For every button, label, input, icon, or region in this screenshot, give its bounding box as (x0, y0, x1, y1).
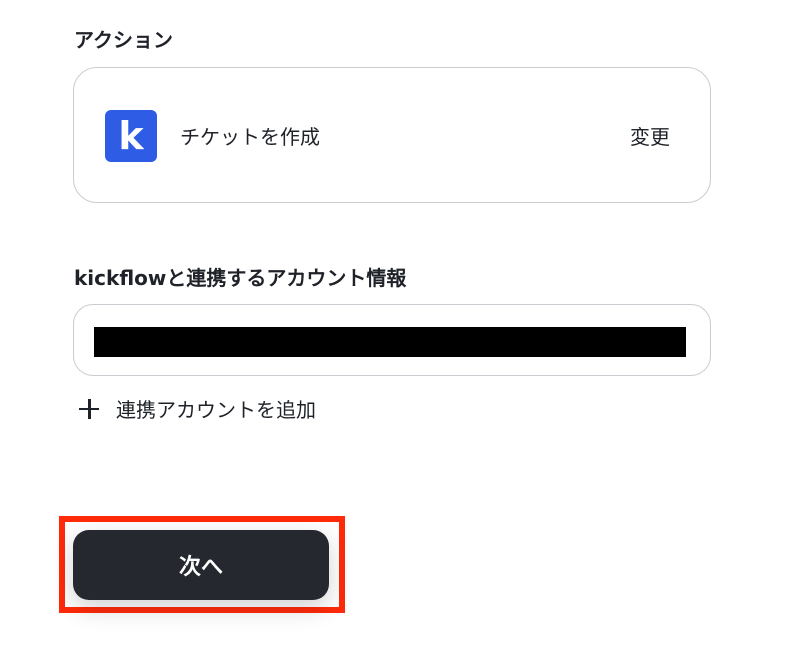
redacted-account-value (94, 327, 686, 357)
account-select-field[interactable] (73, 304, 711, 376)
add-account-button[interactable]: 連携アカウントを追加 (78, 394, 316, 423)
plus-icon (78, 398, 100, 420)
action-title: チケットを作成 (180, 125, 320, 149)
action-card: k チケットを作成 変更 (73, 67, 711, 203)
kickflow-logo-icon: k (105, 110, 157, 162)
next-button[interactable]: 次へ (73, 530, 329, 600)
action-section-label: アクション (74, 28, 173, 52)
account-section-label: kickflowと連携するアカウント情報 (74, 266, 407, 290)
change-action-button[interactable]: 変更 (630, 121, 670, 150)
add-account-label: 連携アカウントを追加 (116, 398, 316, 422)
